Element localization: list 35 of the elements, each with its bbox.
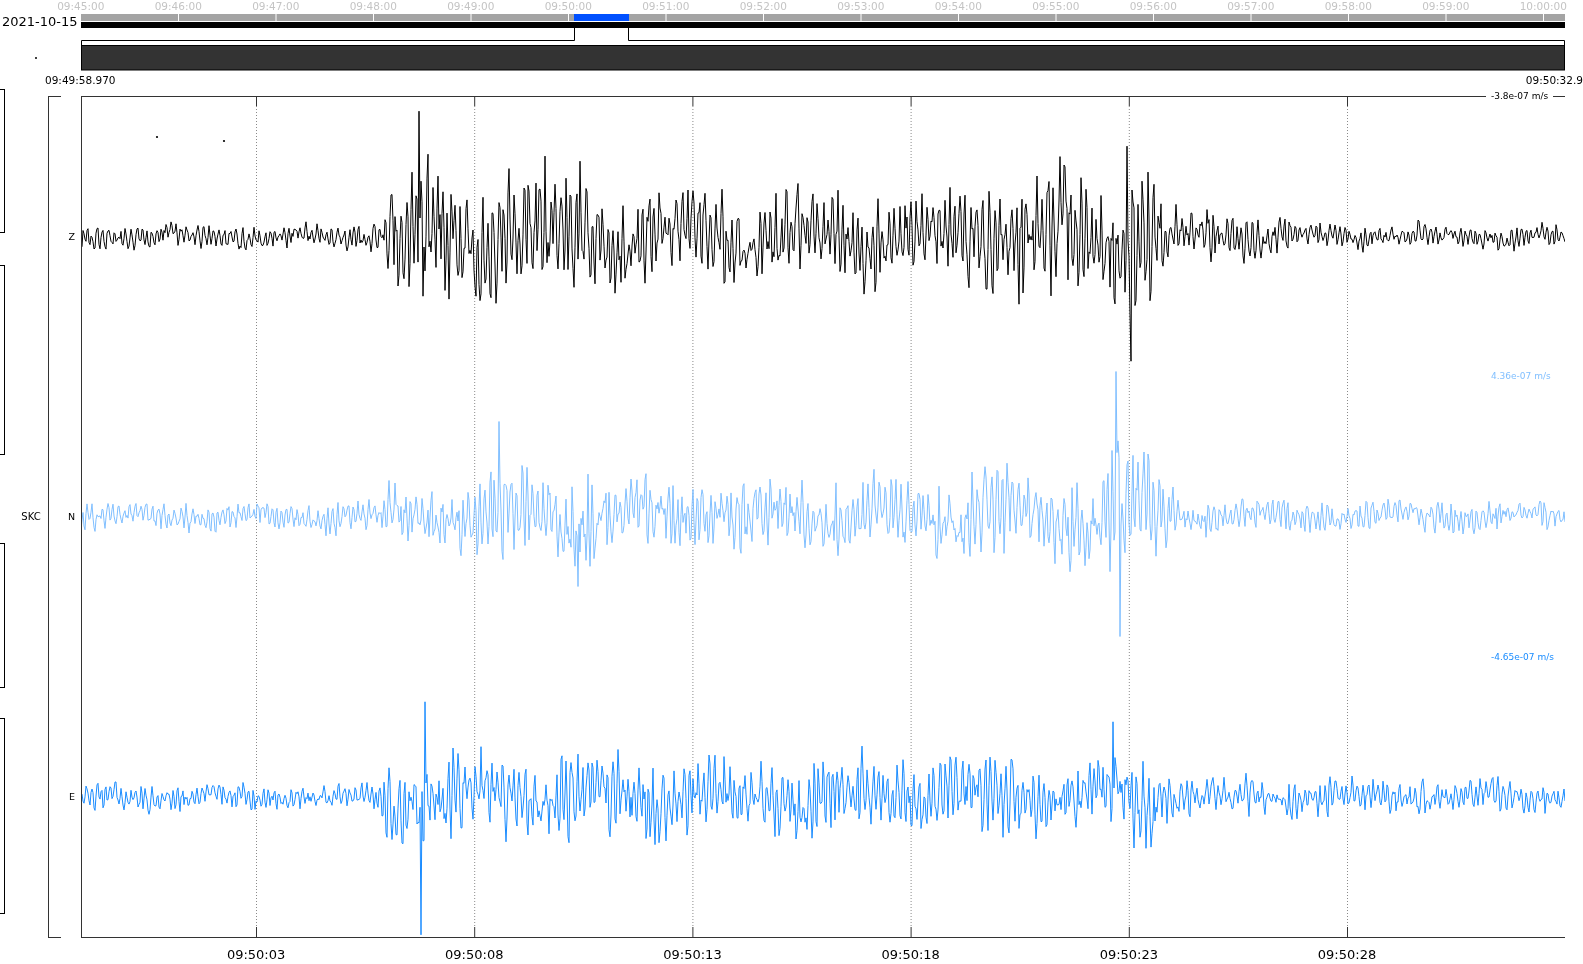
overview-time-label: 09:57:00 — [1227, 0, 1275, 12]
marker-dot-icon — [155, 135, 159, 139]
overview-time-label: 09:59:00 — [1422, 0, 1470, 12]
time-axis-label: 09:50:03 — [226, 947, 286, 962]
overview-time-label: 09:56:00 — [1129, 0, 1177, 12]
overview-time-label: 09:53:00 — [837, 0, 885, 12]
overview-time-label: 09:46:00 — [154, 0, 202, 12]
overview-time-label: 09:50:00 — [544, 0, 592, 12]
scale-label: -3.8e-07 m/s — [1491, 90, 1549, 102]
overview-time-label: 09:47:00 — [252, 0, 300, 12]
channel-label: N — [67, 511, 75, 522]
overview-time-label: 09:54:00 — [934, 0, 982, 12]
overview-time-label: 09:58:00 — [1324, 0, 1372, 12]
selection-bracket[interactable] — [81, 27, 1565, 46]
time-axis-label: 09:50:13 — [663, 947, 722, 962]
view-start-time: 09:49:58.970 — [45, 73, 116, 88]
overview-time-label: 09:52:00 — [739, 0, 787, 12]
overview-time-label: 10:00:00 — [1519, 0, 1567, 12]
scale-label: 4.36e-07 m/s — [1491, 370, 1551, 383]
time-axis-label: 09:50:18 — [881, 947, 940, 962]
time-axis-label: 09:50:28 — [1317, 947, 1377, 962]
time-axis-label: 09:50:23 — [1099, 947, 1159, 962]
overview-time-label: 09:55:00 — [1032, 0, 1080, 12]
scale-label: -4.65e-07 m/s — [1491, 650, 1554, 663]
time-axis-label: 09:50:08 — [445, 947, 504, 962]
channel-label: E — [69, 791, 75, 803]
marker-dot-icon — [222, 139, 226, 143]
overview-time-label: 09:51:00 — [642, 0, 690, 12]
overview-time-label: 09:48:00 — [349, 0, 397, 12]
station-label: SKC — [21, 511, 41, 522]
date-label: 2021-10-15 — [2, 14, 78, 29]
channel-label: Z — [68, 230, 75, 242]
overview-time-label: 09:49:00 — [447, 0, 495, 12]
overview-time-label: 09:45:00 — [57, 0, 105, 12]
view-end-time: 09:50:32.9 — [1525, 73, 1583, 88]
